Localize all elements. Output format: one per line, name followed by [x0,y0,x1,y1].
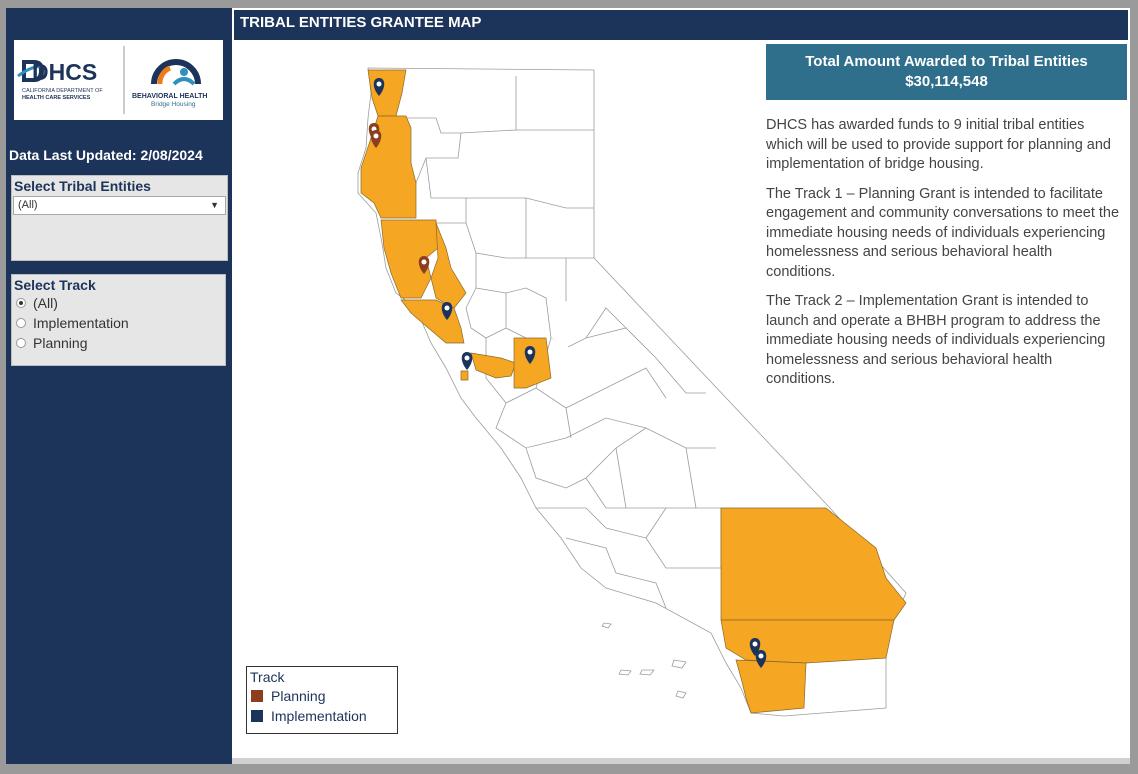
dhcs-subtitle-line1: CALIFORNIA DEPARTMENT OF [22,88,103,94]
track-option-implementation[interactable]: Implementation [12,313,225,333]
dhcs-subtitle-line2: HEALTH CARE SERVICES [22,95,91,101]
radio-selected-icon [16,298,26,308]
sidebar: DHCS CALIFORNIA DEPARTMENT OF HEALTH CAR… [6,8,232,764]
legend-label: Planning [271,688,326,704]
bottom-scrollbar[interactable] [232,758,1130,764]
legend-item-implementation[interactable]: Implementation [247,706,397,726]
dashboard: DHCS CALIFORNIA DEPARTMENT OF HEALTH CAR… [6,8,1130,764]
track-filter-title: Select Track [14,277,96,293]
county-san-diego [735,659,807,714]
description-text: DHCS has awarded funds to 9 initial trib… [766,116,1122,400]
entities-filter-title: Select Tribal Entities [14,178,151,194]
radio-icon [16,318,26,328]
description-paragraph: The Track 2 – Implementation Grant is in… [766,293,1106,387]
track-option-label: (All) [33,295,58,311]
legend-title: Track [250,669,285,685]
legend-swatch-implementation [251,710,263,722]
total-awarded-title: Total Amount Awarded to Tribal Entities [805,53,1088,70]
entities-dropdown-value: (All) [18,199,38,211]
dhcs-wordmark: DHCS [32,59,97,85]
legend-item-planning[interactable]: Planning [247,686,397,706]
legend-label: Implementation [271,708,367,724]
logo-panel: DHCS CALIFORNIA DEPARTMENT OF HEALTH CAR… [14,40,223,120]
last-updated-text: Data Last Updated: 2/08/2024 [9,147,203,163]
track-option-label: Implementation [33,315,129,331]
radio-icon [16,338,26,348]
total-awarded-amount: $30,114,548 [905,73,988,90]
bh-line1: BEHAVIORAL HEALTH [132,93,207,100]
entities-filter-panel: Select Tribal Entities (All) ▼ [11,175,228,261]
county-riverside [720,619,895,664]
track-option-planning[interactable]: Planning [12,333,225,353]
page-title: TRIBAL ENTITIES GRANTEE MAP [234,10,1128,40]
track-filter-panel: Select Track (All) Implementation Planni… [11,274,226,366]
track-option-label: Planning [33,335,88,351]
legend-swatch-planning [251,690,263,702]
dhcs-bh-logo: DHCS CALIFORNIA DEPARTMENT OF HEALTH CAR… [17,46,207,114]
county-san-francisco [460,370,469,381]
total-awarded-card: Total Amount Awarded to Tribal Entities … [766,44,1127,100]
map-legend: Track Planning Implementation [246,666,398,734]
window-frame: DHCS CALIFORNIA DEPARTMENT OF HEALTH CAR… [0,0,1138,774]
bh-line2: Bridge Housing [151,101,196,108]
description-paragraph: DHCS has awarded funds to 9 initial trib… [766,117,1111,172]
track-option-all[interactable]: (All) [12,293,225,313]
chevron-down-icon: ▼ [210,200,219,210]
description-paragraph: The Track 1 – Planning Grant is intended… [766,185,1120,280]
county-stanislaus [513,337,552,389]
entities-dropdown[interactable]: (All) ▼ [13,196,226,215]
county-san-bernardino [720,507,907,621]
